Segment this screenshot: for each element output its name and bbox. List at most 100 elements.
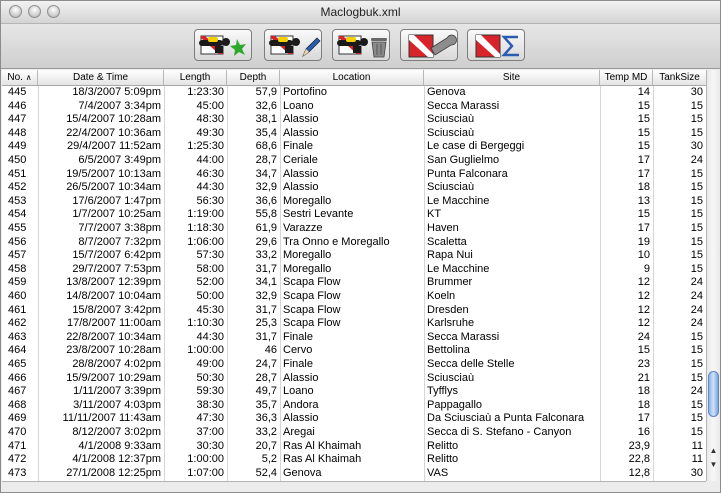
cell-temp-md: 12	[637, 276, 650, 289]
diver-flag-pencil-icon	[269, 35, 321, 57]
cell-site: Sciusciaù	[427, 113, 475, 126]
cell-no: 455	[8, 222, 27, 234]
cell-temp-md: 23,9	[628, 439, 650, 452]
cell-site: Tyfflys	[427, 385, 458, 398]
cell-tanksize: 11	[691, 439, 703, 452]
cell-site: Le Macchine	[427, 262, 490, 275]
cell-temp-md: 10	[637, 249, 650, 262]
cell-no: 452	[8, 181, 27, 194]
cell-location: Alassio	[283, 181, 319, 194]
cell-no: 450	[8, 154, 27, 166]
tools-button[interactable]	[400, 29, 458, 61]
cell-site: Karlsruhe	[427, 317, 475, 330]
cell-temp-md: 17	[637, 412, 650, 425]
cell-location: Ras Al Khaimah	[283, 439, 362, 452]
column-divider	[600, 86, 601, 481]
cell-no: 447	[8, 113, 27, 126]
cell-no: 454	[8, 208, 27, 221]
cell-date-time: 7/4/2007 3:34pm	[78, 99, 161, 112]
delete-dive-button[interactable]	[332, 29, 390, 61]
cell-location: Finale	[283, 358, 313, 370]
scroll-up-arrow-icon[interactable]: ▲	[708, 445, 719, 457]
resize-grip[interactable]	[706, 481, 720, 492]
cell-no: 463	[8, 330, 27, 343]
title-bar[interactable]: Maclogbuk.xml	[1, 1, 720, 24]
cell-tanksize: 24	[690, 303, 703, 316]
cell-location: Andora	[283, 398, 319, 411]
dive-flag-sigma-icon	[475, 34, 519, 58]
cell-length: 58:00	[196, 262, 224, 275]
cell-depth: 35,7	[255, 398, 277, 411]
cell-site: Haven	[427, 222, 459, 234]
cell-temp-md: 15	[637, 99, 650, 112]
header-tanksize[interactable]: TankSize	[653, 70, 706, 85]
cell-length: 47:30	[196, 412, 224, 425]
cell-depth: 55,8	[255, 208, 277, 221]
header-date-time[interactable]: Date & Time	[38, 70, 164, 85]
cell-temp-md: 22,8	[628, 453, 650, 466]
cell-tanksize: 24	[690, 290, 703, 302]
window-title: Maclogbuk.xml	[320, 5, 401, 19]
cell-depth: 32,9	[255, 181, 277, 194]
cell-tanksize: 11	[691, 453, 703, 466]
vertical-scroll-thumb[interactable]	[708, 371, 719, 417]
cell-date-time: 1/11/2007 3:39pm	[73, 385, 161, 398]
cell-depth: 68,6	[255, 140, 277, 153]
cell-location: Ceriale	[283, 154, 318, 166]
cell-tanksize: 15	[690, 235, 703, 248]
cell-depth: 31,7	[255, 330, 277, 343]
cell-site: Relitto	[427, 453, 459, 466]
new-dive-button[interactable]	[194, 29, 252, 61]
cell-tanksize: 15	[690, 426, 703, 438]
cell-temp-md: 23	[637, 358, 650, 370]
cell-no: 456	[8, 235, 27, 248]
cell-tanksize: 30	[690, 86, 703, 98]
cell-location: Finale	[283, 330, 313, 343]
cell-tanksize: 15	[690, 330, 703, 343]
cell-length: 48:30	[196, 113, 224, 126]
cell-no: 458	[8, 262, 27, 275]
vertical-scrollbar[interactable]: ▲ ▼	[706, 70, 720, 481]
cell-date-time: 18/3/2007 5:09pm	[72, 86, 161, 98]
cell-tanksize: 15	[690, 194, 703, 207]
cell-location: Cervo	[283, 344, 313, 357]
cell-length: 52:00	[196, 276, 224, 289]
cell-site: Secca Marassi	[427, 99, 500, 112]
cell-length: 30:30	[196, 439, 224, 452]
cell-temp-md: 15	[637, 113, 650, 126]
edit-dive-button[interactable]	[264, 29, 322, 61]
header-no[interactable]: No. ∧	[2, 70, 38, 85]
header-site[interactable]: Site	[424, 70, 600, 85]
cell-tanksize: 15	[690, 126, 703, 139]
statistics-button[interactable]	[467, 29, 525, 61]
table-header: No. ∧ Date & Time Length Depth Location …	[2, 70, 706, 86]
dive-flag-wrench-icon	[408, 34, 457, 58]
cell-site: Koeln	[427, 290, 456, 302]
cell-no: 471	[8, 439, 27, 452]
cell-location: Alassio	[283, 412, 319, 425]
cell-site: Sciusciaù	[427, 181, 475, 194]
cell-no: 461	[8, 303, 27, 316]
header-no-label: No.	[7, 72, 23, 83]
header-depth[interactable]: Depth	[227, 70, 280, 85]
cell-tanksize: 15	[690, 208, 703, 221]
cell-tanksize: 24	[690, 317, 703, 330]
cell-date-time: 15/9/2007 10:29am	[66, 371, 161, 384]
cell-tanksize: 24	[690, 276, 703, 289]
cell-length: 59:30	[196, 385, 224, 398]
scroll-down-arrow-icon[interactable]: ▼	[708, 459, 719, 471]
cell-temp-md: 17	[637, 154, 650, 166]
cell-site: Scaletta	[427, 235, 467, 248]
cell-length: 49:00	[196, 358, 224, 370]
header-temp-md[interactable]: Temp MD	[600, 70, 653, 85]
cell-date-time: 17/8/2007 11:00am	[67, 317, 161, 330]
cell-location: Scapa Flow	[283, 303, 341, 316]
cell-length: 50:30	[196, 371, 224, 384]
header-location[interactable]: Location	[280, 70, 424, 85]
cell-location: Moregallo	[283, 262, 332, 275]
cell-temp-md: 16	[637, 426, 650, 438]
cell-site: Secca Marassi	[427, 330, 500, 343]
header-length[interactable]: Length	[164, 70, 227, 85]
cell-date-time: 15/8/2007 3:42pm	[72, 303, 161, 316]
cell-date-time: 22/4/2007 10:36am	[66, 126, 161, 139]
